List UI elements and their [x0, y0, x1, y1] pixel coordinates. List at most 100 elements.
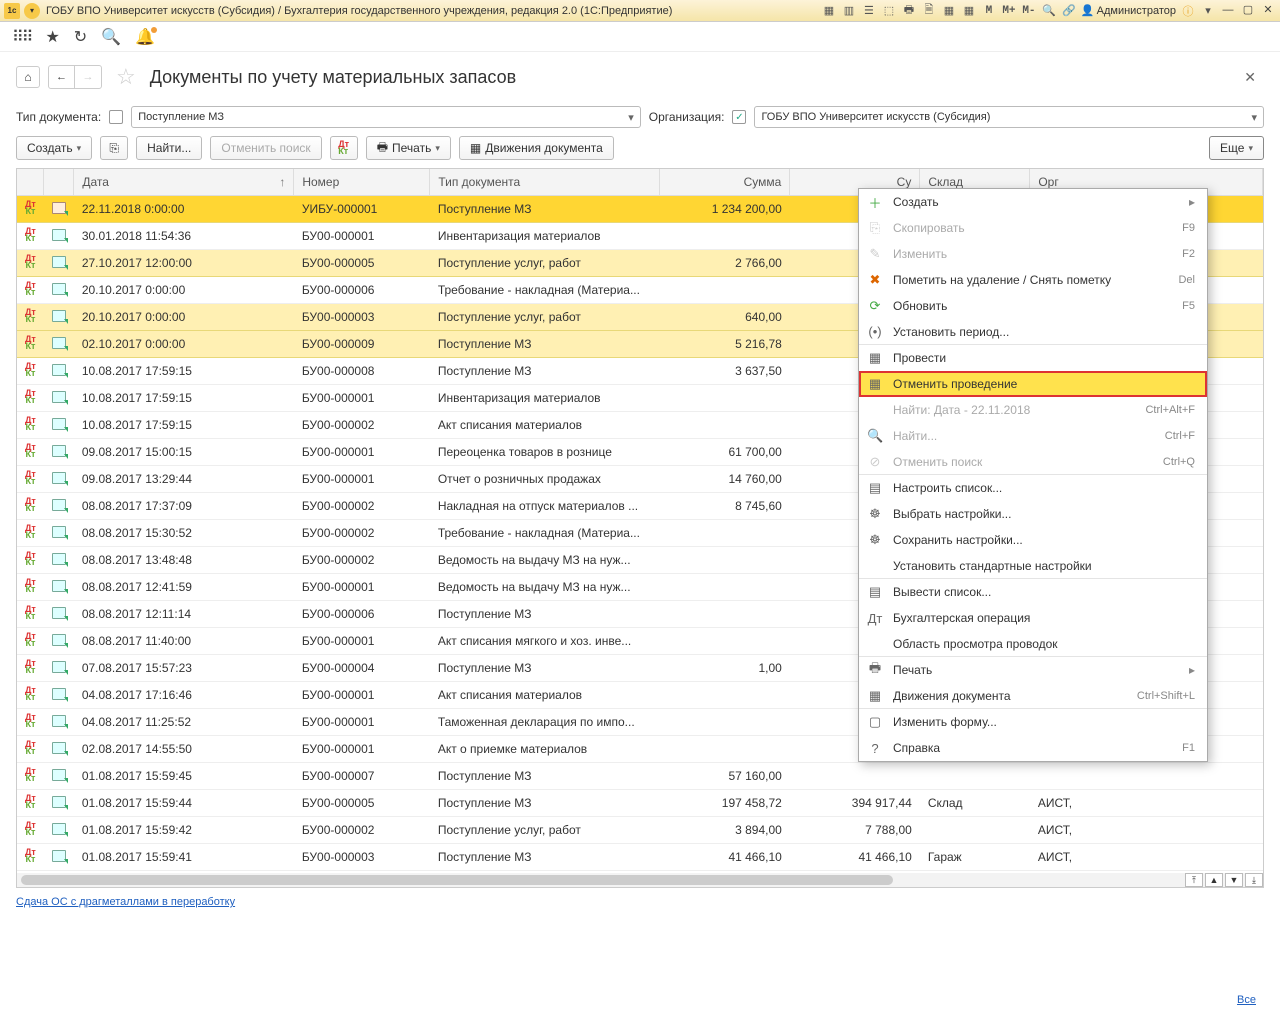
scale-mminus-icon[interactable]: M-: [1021, 3, 1037, 19]
table-row[interactable]: ДтКт01.08.2017 15:59:44БУ00-000005Поступ…: [17, 790, 1263, 817]
star-icon[interactable]: ★: [45, 27, 59, 47]
caret-down-icon: ▾: [1251, 111, 1257, 124]
menu-item[interactable]: ⟳ОбновитьF5: [859, 293, 1207, 319]
movements-button[interactable]: ▦ Движения документа: [459, 136, 614, 160]
scroll-top-button[interactable]: ⤒: [1185, 873, 1203, 887]
dtkt-icon: ДтКт: [25, 633, 36, 647]
history-icon[interactable]: ↻: [74, 27, 87, 47]
document-icon: [52, 229, 66, 241]
sys-icon[interactable]: ⬚: [881, 3, 897, 19]
nav-forward-button[interactable]: →: [75, 66, 101, 88]
cell-sum2: 41 466,10: [790, 844, 920, 871]
col-number[interactable]: Номер: [294, 169, 430, 196]
cell-type: Акт списания материалов: [430, 412, 660, 439]
table-row[interactable]: ДтКт01.08.2017 15:59:41БУ00-000003Поступ…: [17, 844, 1263, 871]
sys-icon[interactable]: 🗎: [921, 3, 937, 19]
cell-sum: [660, 547, 790, 574]
cell-sum: [660, 628, 790, 655]
menu-item[interactable]: ▤Настроить список...: [859, 475, 1207, 501]
link-icon[interactable]: 🔗: [1061, 3, 1077, 19]
copy-button[interactable]: ⎘: [100, 136, 128, 160]
find-button[interactable]: Найти...: [136, 136, 202, 160]
search-icon[interactable]: 🔍: [1041, 3, 1057, 19]
col-icon[interactable]: [44, 169, 74, 196]
scroll-down-button[interactable]: ▼: [1225, 873, 1243, 887]
search-icon[interactable]: 🔍: [101, 27, 121, 47]
cell-date: 08.08.2017 12:11:14: [74, 601, 294, 628]
close-tab-button[interactable]: ✕: [1244, 69, 1256, 86]
app-menu-caret-icon[interactable]: ▾: [24, 3, 40, 19]
cell-type: Накладная на отпуск материалов ...: [430, 493, 660, 520]
menu-label: Скопировать: [893, 221, 1172, 235]
cell-number: БУ00-000005: [294, 250, 430, 277]
maximize-button[interactable]: ▢: [1240, 3, 1256, 17]
cell-number: БУ00-000001: [294, 385, 430, 412]
scroll-bottom-button[interactable]: ⤓: [1245, 873, 1263, 887]
menu-label: Бухгалтерская операция: [893, 611, 1195, 625]
menu-item[interactable]: 🖶Печать▸: [859, 657, 1207, 683]
scrollbar-thumb[interactable]: [21, 875, 893, 885]
footer-all-link[interactable]: Все: [1237, 994, 1256, 1006]
home-button[interactable]: ⌂: [16, 66, 40, 88]
menu-item[interactable]: ▦Провести: [859, 345, 1207, 371]
menu-item[interactable]: (•)Установить период...: [859, 319, 1207, 345]
col-type[interactable]: Тип документа: [430, 169, 660, 196]
menu-label: Провести: [893, 351, 1195, 365]
calculator-icon[interactable]: ▦: [941, 3, 957, 19]
horizontal-scrollbar[interactable]: ⤒ ▲ ▼ ⤓: [17, 873, 1263, 887]
col-date[interactable]: Дата↑: [74, 169, 294, 196]
menu-item[interactable]: ▤Вывести список...: [859, 579, 1207, 605]
nav-back-button[interactable]: ←: [49, 66, 75, 88]
sys-icon[interactable]: 🖶: [901, 3, 917, 19]
caret-down-icon[interactable]: ▾: [1200, 3, 1216, 19]
recycle-link[interactable]: Сдача ОС с драгметаллами в переработку: [16, 896, 235, 908]
sys-icon[interactable]: ▥: [841, 3, 857, 19]
bell-icon[interactable]: 🔔: [135, 27, 155, 47]
cell-number: БУ00-000009: [294, 331, 430, 358]
table-row[interactable]: ДтКт01.08.2017 15:59:42БУ00-000002Поступ…: [17, 817, 1263, 844]
favorite-star-icon[interactable]: ☆: [116, 64, 136, 90]
menu-item[interactable]: ▦Движения документаCtrl+Shift+L: [859, 683, 1207, 709]
cell-type: Отчет о розничных продажах: [430, 466, 660, 493]
cell-org: АИСТ,: [1030, 844, 1263, 871]
apps-icon[interactable]: ⠿⠿: [12, 27, 31, 47]
dtkt-icon: ДтКт: [25, 822, 36, 836]
cell-date: 08.08.2017 17:37:09: [74, 493, 294, 520]
menu-item[interactable]: ▢Изменить форму...: [859, 709, 1207, 735]
doc-type-combo[interactable]: Поступление МЗ ▾: [131, 106, 641, 128]
menu-item[interactable]: ☸Сохранить настройки...: [859, 527, 1207, 553]
cancel-search-button[interactable]: Отменить поиск: [210, 136, 321, 160]
titlebar: 1с ▾ ГОБУ ВПО Университет искусств (Субс…: [0, 0, 1280, 22]
menu-item[interactable]: ?СправкаF1: [859, 735, 1207, 761]
menu-item[interactable]: ✖Пометить на удаление / Снять пометкуDel: [859, 267, 1207, 293]
sys-icon[interactable]: ☰: [861, 3, 877, 19]
doc-type-checkbox[interactable]: [109, 110, 123, 124]
menu-item[interactable]: ☸Выбрать настройки...: [859, 501, 1207, 527]
calendar-icon[interactable]: ▦: [961, 3, 977, 19]
scroll-up-button[interactable]: ▲: [1205, 873, 1223, 887]
info-icon[interactable]: ⓘ: [1180, 3, 1196, 19]
menu-item[interactable]: Установить стандартные настройки: [859, 553, 1207, 579]
menu-item[interactable]: Область просмотра проводок: [859, 631, 1207, 657]
col-mark[interactable]: [17, 169, 44, 196]
menu-icon: ✖: [867, 272, 883, 288]
minimize-button[interactable]: —: [1220, 3, 1236, 17]
col-sum[interactable]: Сумма: [660, 169, 790, 196]
sys-icon[interactable]: ▦: [821, 3, 837, 19]
more-button[interactable]: Еще ▾: [1209, 136, 1264, 160]
table-row[interactable]: ДтКт01.08.2017 15:59:45БУ00-000007Поступ…: [17, 763, 1263, 790]
print-button[interactable]: 🖶 Печать ▾: [366, 136, 451, 160]
close-button[interactable]: ✕: [1260, 3, 1276, 17]
current-user[interactable]: 👤 Администратор: [1081, 3, 1176, 19]
dtkt-button[interactable]: ДтКт: [330, 136, 358, 160]
org-combo[interactable]: ГОБУ ВПО Университет искусств (Субсидия)…: [754, 106, 1264, 128]
menu-item[interactable]: ▦Отменить проведение: [859, 371, 1207, 397]
scale-m-icon[interactable]: M: [981, 3, 997, 19]
cell-date: 04.08.2017 11:25:52: [74, 709, 294, 736]
menu-item[interactable]: ＋Создать▸: [859, 189, 1207, 215]
dtkt-icon: ДтКт: [25, 498, 36, 512]
org-checkbox[interactable]: ✓: [732, 110, 746, 124]
menu-item[interactable]: ДтБухгалтерская операция: [859, 605, 1207, 631]
create-button[interactable]: Создать▾: [16, 136, 92, 160]
scale-mplus-icon[interactable]: M+: [1001, 3, 1017, 19]
